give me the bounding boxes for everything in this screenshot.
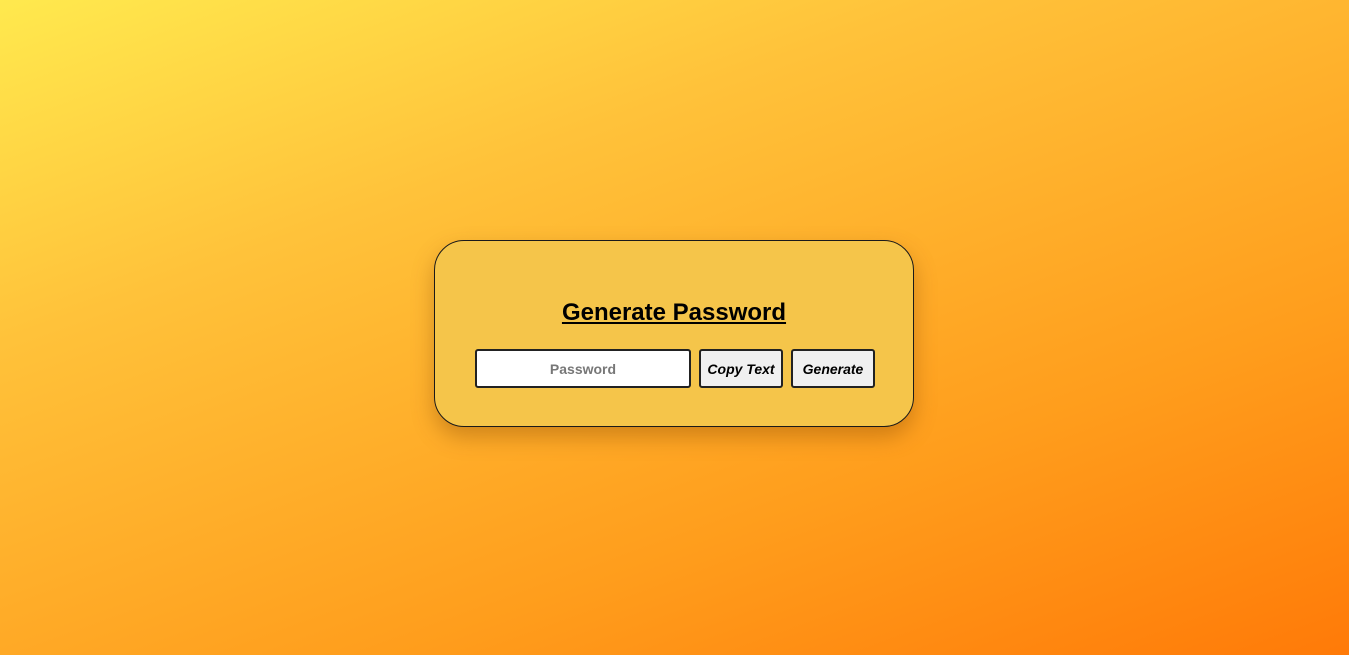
generate-button[interactable]: Generate — [791, 349, 875, 388]
copy-text-button[interactable]: Copy Text — [699, 349, 783, 388]
card-title: Generate Password — [561, 299, 787, 326]
password-input[interactable] — [475, 349, 691, 388]
password-generator-card: Generate Password Copy Text Generate — [434, 240, 914, 427]
